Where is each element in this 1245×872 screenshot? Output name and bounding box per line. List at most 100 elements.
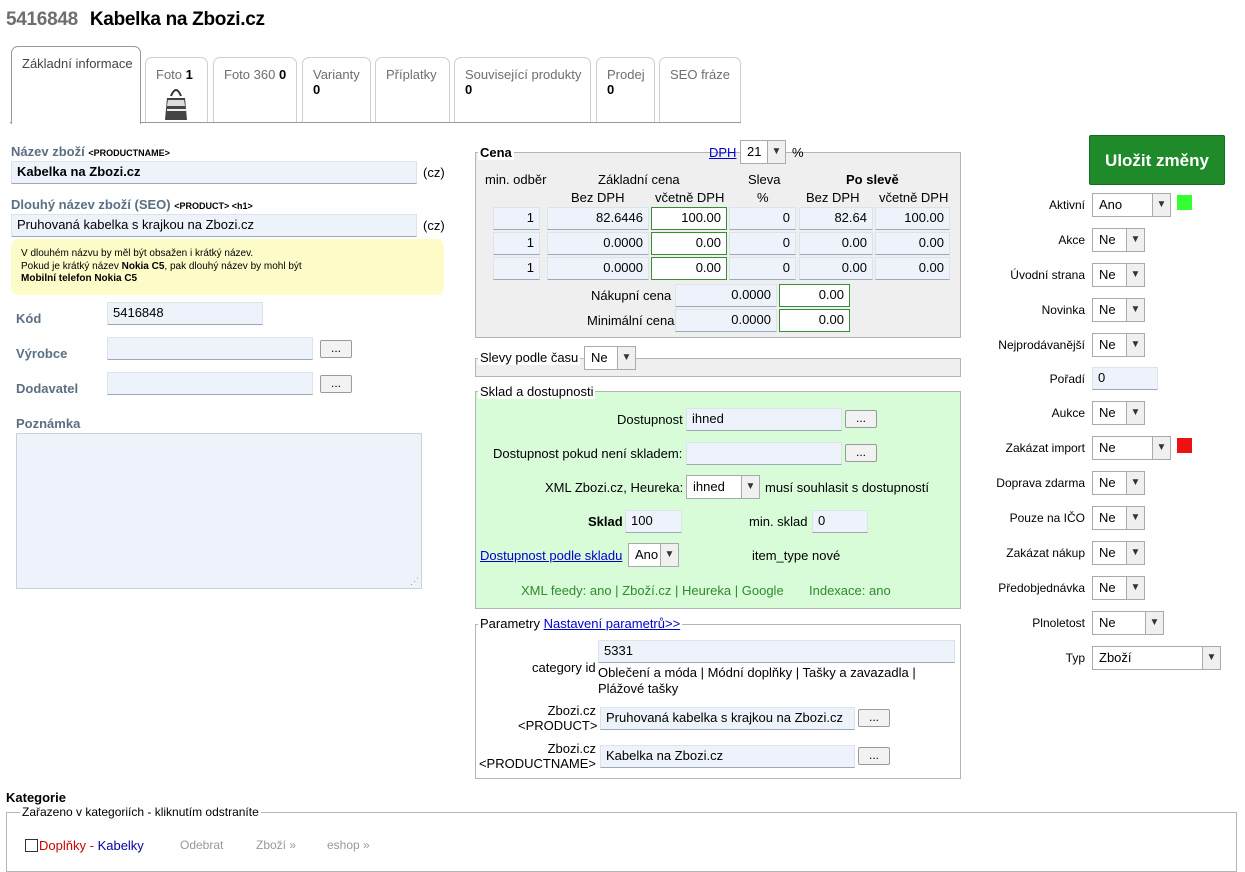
min-price-label: Minimální cena [587, 313, 675, 328]
tab-basic-info[interactable]: Základní informace [11, 46, 141, 124]
stock-input[interactable]: 100 [625, 510, 682, 533]
block-purchase-label: Zakázat nákup [1006, 546, 1085, 560]
row1-min[interactable]: 1 [493, 207, 540, 230]
col-after-discount: Po slevě [846, 172, 899, 187]
feed-heureka-link[interactable]: Heureka [682, 583, 731, 598]
tab-sales[interactable]: Prodej 0 [596, 57, 655, 123]
memo-textarea[interactable]: ⋰ [16, 433, 422, 589]
save-button[interactable]: Uložit změny [1089, 135, 1225, 185]
category-eshop-link[interactable]: eshop » [327, 838, 370, 852]
stock-label: Sklad [588, 514, 623, 529]
homepage-select[interactable]: Ne ▼ [1092, 263, 1145, 287]
block-import-select[interactable]: Ne ▼ [1092, 436, 1171, 460]
row1-after[interactable]: 82.64 [799, 207, 873, 230]
row1-discount[interactable]: 0 [729, 207, 796, 230]
long-name-label: Dlouhý název zboží (SEO) <PRODUCT> <h1> [11, 197, 253, 212]
category-checkbox[interactable] [25, 839, 38, 852]
feed-google-link[interactable]: Google [742, 583, 784, 598]
supplier-picker-button[interactable]: ... [320, 375, 352, 393]
row2-after-vat[interactable]: 0.00 [875, 232, 950, 255]
col-after-nov: Bez DPH [806, 190, 860, 205]
category-goods-link[interactable]: Zboží » [256, 838, 296, 852]
new-label: Novinka [1041, 303, 1085, 317]
product-name-input[interactable]: Kabelka na Zbozi.cz [11, 161, 417, 184]
chevron-down-icon: ▼ [741, 476, 759, 498]
free-shipping-select[interactable]: Ne ▼ [1092, 471, 1145, 495]
remove-category-link[interactable]: Odebrat [180, 838, 223, 852]
bestseller-select[interactable]: Ne ▼ [1092, 333, 1145, 357]
min-price-vat-input[interactable]: 0.00 [779, 309, 850, 332]
block-purchase-select[interactable]: Ne ▼ [1092, 541, 1145, 565]
min-price-input[interactable]: 0.0000 [675, 309, 777, 332]
tab-photo-360[interactable]: Foto 360 0 [213, 57, 297, 123]
seo-hint-note: V dlouhém názvu by měl být obsažen i krá… [11, 239, 444, 295]
lang-label-2: (cz) [423, 218, 445, 233]
ico-only-select[interactable]: Ne ▼ [1092, 506, 1145, 530]
zbozi-product-input[interactable]: Pruhovaná kabelka s krajkou na Zbozi.cz [600, 707, 855, 730]
row2-discount[interactable]: 0 [729, 232, 796, 255]
row1-base-vat[interactable]: 100.00 [651, 207, 727, 230]
zbozi-productname-picker-button[interactable]: ... [858, 747, 890, 765]
availability-by-stock-select[interactable]: Ano ▼ [628, 543, 679, 567]
vat-select[interactable]: 21 ▼ [740, 140, 786, 164]
code-input[interactable]: 5416848 [107, 302, 263, 325]
stock-legend: Sklad a dostupnosti [478, 384, 596, 399]
vat-link[interactable]: DPH [709, 145, 736, 160]
type-select[interactable]: Zboží ▼ [1092, 646, 1221, 670]
tab-photo[interactable]: Foto 1 [145, 57, 208, 123]
category-path[interactable]: Doplňky - Kabelky [39, 838, 144, 853]
product-name-label: Název zboží <PRODUCTNAME> [11, 144, 170, 159]
category-id-input[interactable]: 5331 [598, 640, 955, 663]
item-type: item_type nové [752, 548, 841, 563]
maker-input[interactable] [107, 337, 313, 360]
tab-surcharges[interactable]: Příplatky [375, 57, 450, 123]
buy-price-input[interactable]: 0.0000 [675, 284, 777, 307]
params-settings-link[interactable]: Nastavení parametrů>> [544, 616, 681, 631]
row2-base-vat[interactable]: 0.00 [651, 232, 727, 255]
preorder-select[interactable]: Ne ▼ [1092, 576, 1145, 600]
row2-min[interactable]: 1 [493, 232, 540, 255]
zbozi-product-picker-button[interactable]: ... [858, 709, 890, 727]
category-path-line1: Oblečení a móda | Módní doplňky | Tašky … [598, 665, 916, 680]
tab-seo-phrases[interactable]: SEO fráze [659, 57, 741, 123]
row1-after-vat[interactable]: 100.00 [875, 207, 950, 230]
chevron-down-icon: ▼ [1202, 647, 1220, 669]
tab-related-products[interactable]: Související produkty 0 [454, 57, 591, 123]
row1-base[interactable]: 82.6446 [547, 207, 649, 230]
new-select[interactable]: Ne ▼ [1092, 298, 1145, 322]
row3-base[interactable]: 0.0000 [547, 257, 649, 280]
min-stock-input[interactable]: 0 [812, 510, 868, 533]
row3-after-vat[interactable]: 0.00 [875, 257, 950, 280]
row3-after[interactable]: 0.00 [799, 257, 873, 280]
availability-out-input[interactable] [686, 442, 842, 465]
feed-zbozi-link[interactable]: Zboží.cz [622, 583, 671, 598]
availability-picker-button[interactable]: ... [845, 410, 877, 428]
maker-picker-button[interactable]: ... [320, 340, 352, 358]
row2-after[interactable]: 0.00 [799, 232, 873, 255]
long-name-input[interactable]: Pruhovaná kabelka s krajkou na Zbozi.cz [11, 214, 417, 237]
order-input[interactable]: 0 [1092, 367, 1158, 390]
row3-min[interactable]: 1 [493, 257, 540, 280]
row3-discount[interactable]: 0 [729, 257, 796, 280]
availability-by-stock-link[interactable]: Dostupnost podle skladu [480, 548, 622, 563]
chevron-down-icon: ▼ [1126, 229, 1144, 251]
block-import-label: Zakázat import [1005, 441, 1085, 455]
supplier-label: Dodavatel [16, 381, 79, 396]
adult-select[interactable]: Ne ▼ [1092, 611, 1164, 635]
tab-variants[interactable]: Varianty 0 [302, 57, 371, 123]
resize-handle-icon[interactable]: ⋰ [410, 576, 419, 587]
zbozi-productname-input[interactable]: Kabelka na Zbozi.cz [600, 745, 855, 768]
xml-availability-select[interactable]: ihned ▼ [686, 475, 760, 499]
row2-base[interactable]: 0.0000 [547, 232, 649, 255]
auction-select[interactable]: Ne ▼ [1092, 401, 1145, 425]
akce-select[interactable]: Ne ▼ [1092, 228, 1145, 252]
availability-input[interactable]: ihned [686, 408, 842, 431]
col-discount: Sleva [748, 172, 781, 187]
availability-out-picker-button[interactable]: ... [845, 444, 877, 462]
ico-only-label: Pouze na IČO [1009, 511, 1085, 525]
timed-discount-select[interactable]: Ne ▼ [584, 346, 636, 370]
buy-price-vat-input[interactable]: 0.00 [779, 284, 850, 307]
supplier-input[interactable] [107, 372, 313, 395]
active-select[interactable]: Ano ▼ [1092, 193, 1171, 217]
row3-base-vat[interactable]: 0.00 [651, 257, 727, 280]
